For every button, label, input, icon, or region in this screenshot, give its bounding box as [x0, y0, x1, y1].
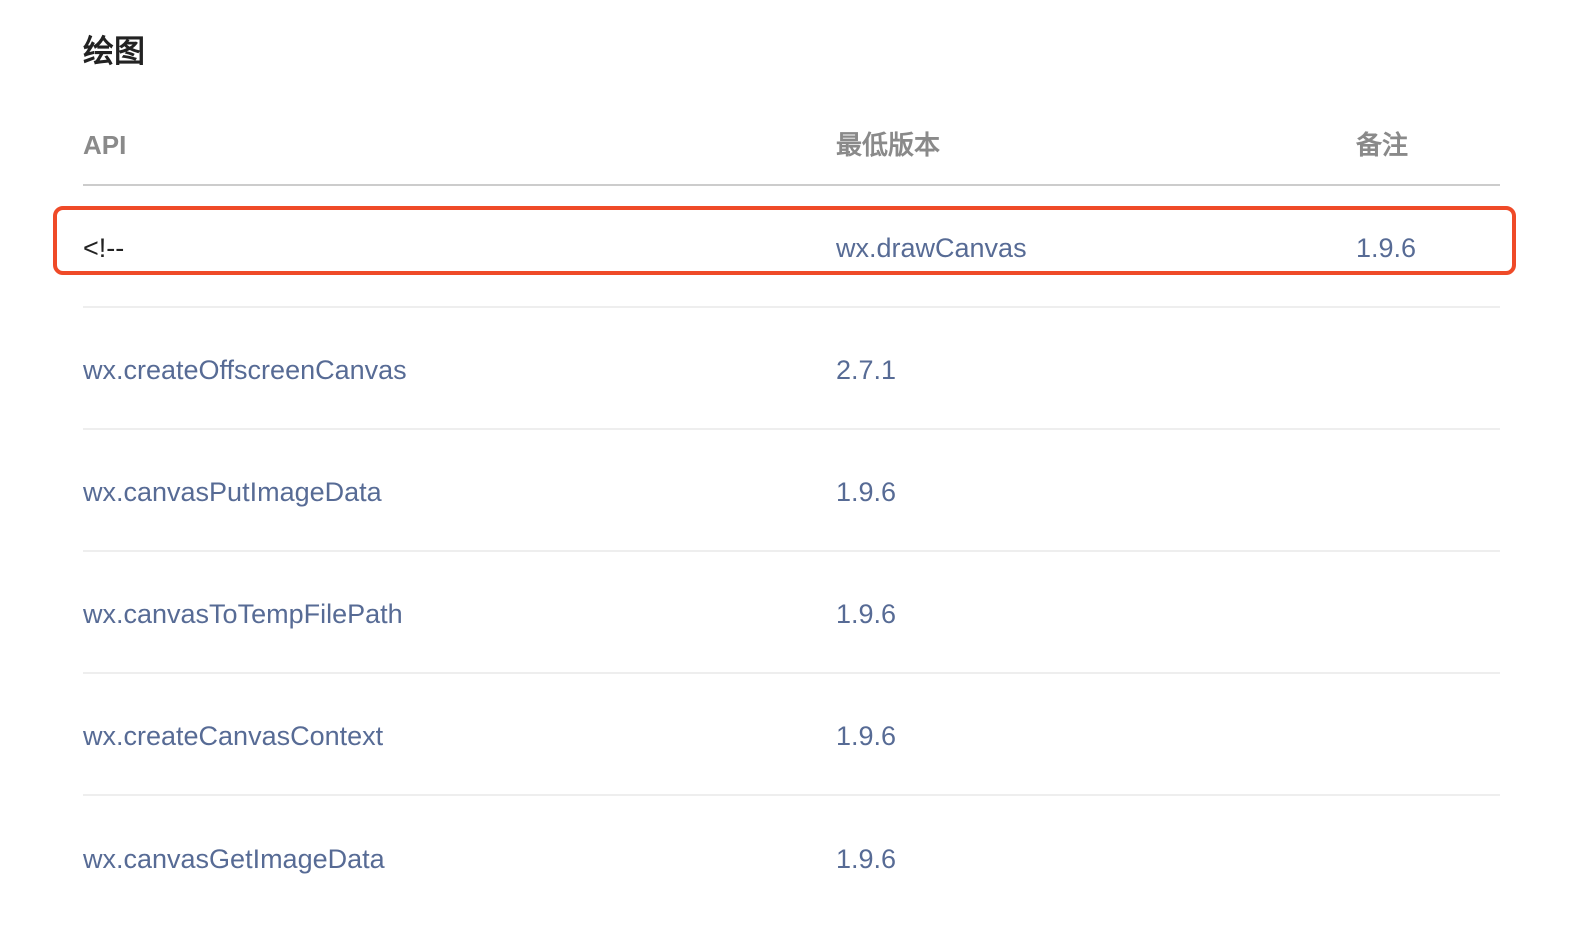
api-link[interactable]: wx.createCanvasContext — [83, 721, 383, 751]
table-header-row: API 最低版本 备注 — [83, 106, 1500, 186]
section-title: 绘图 — [83, 34, 145, 69]
min-version-cell: 1.9.6 — [836, 475, 1356, 509]
table-row: wx.canvasGetImageData 1.9.6 — [83, 796, 1500, 918]
note-cell: 1.9.6 — [1356, 231, 1500, 265]
api-cell: wx.canvasToTempFilePath — [83, 597, 836, 631]
header-min-version: 最低版本 — [836, 130, 941, 160]
version-link[interactable]: 1.9.6 — [836, 844, 896, 874]
api-table: API 最低版本 备注 <!-- wx.drawCanvas 1.9.6 wx.… — [83, 106, 1500, 918]
api-link[interactable]: wx.canvasGetImageData — [83, 844, 385, 874]
min-version-cell: 1.9.6 — [836, 719, 1356, 753]
api-cell: <!-- — [83, 231, 836, 265]
table-row: <!-- wx.drawCanvas 1.9.6 — [83, 186, 1500, 308]
api-link[interactable]: wx.canvasPutImageData — [83, 477, 382, 507]
api-cell: wx.createCanvasContext — [83, 719, 836, 753]
min-version-cell: 1.9.6 — [836, 842, 1356, 876]
api-cell: wx.createOffscreenCanvas — [83, 353, 836, 387]
api-cell-text: <!-- — [83, 233, 125, 263]
table-row: wx.createOffscreenCanvas 2.7.1 — [83, 308, 1500, 430]
version-link[interactable]: 1.9.6 — [836, 477, 896, 507]
api-cell: wx.canvasGetImageData — [83, 842, 836, 876]
api-link[interactable]: wx.createOffscreenCanvas — [83, 355, 407, 385]
header-note: 备注 — [1356, 130, 1409, 160]
api-link[interactable]: wx.drawCanvas — [836, 233, 1027, 263]
api-link[interactable]: wx.canvasToTempFilePath — [83, 599, 403, 629]
table-row: wx.canvasPutImageData 1.9.6 — [83, 430, 1500, 552]
header-api: API — [83, 130, 127, 160]
version-link[interactable]: 1.9.6 — [836, 599, 896, 629]
table-row: wx.canvasToTempFilePath 1.9.6 — [83, 552, 1500, 674]
min-version-cell: wx.drawCanvas — [836, 231, 1356, 265]
min-version-cell: 2.7.1 — [836, 353, 1356, 387]
api-cell: wx.canvasPutImageData — [83, 475, 836, 509]
version-link[interactable]: 2.7.1 — [836, 355, 896, 385]
version-link[interactable]: 1.9.6 — [1356, 233, 1416, 263]
min-version-cell: 1.9.6 — [836, 597, 1356, 631]
table-row: wx.createCanvasContext 1.9.6 — [83, 674, 1500, 796]
version-link[interactable]: 1.9.6 — [836, 721, 896, 751]
doc-page: 绘图 API 最低版本 备注 <!-- wx.drawCanvas 1.9.6 … — [83, 0, 1500, 918]
